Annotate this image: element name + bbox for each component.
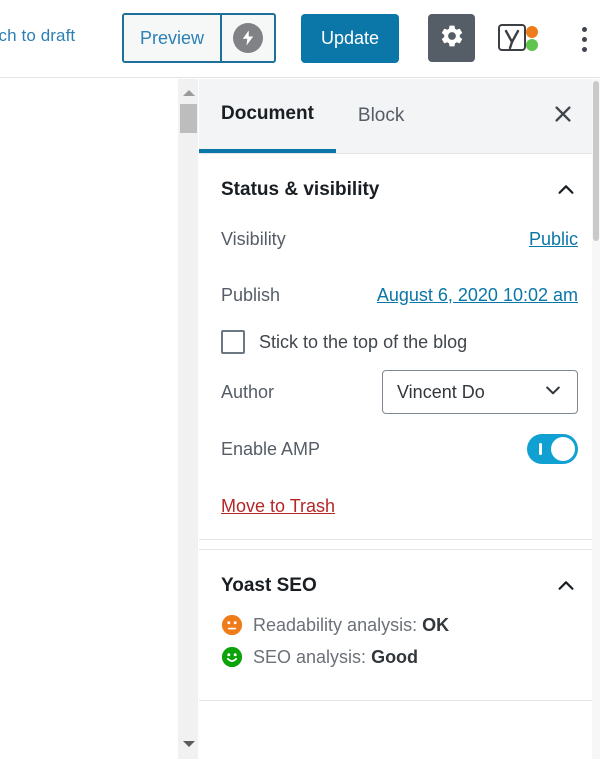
author-select[interactable]: Vincent Do	[382, 370, 578, 414]
settings-sidebar: Document Block Status & visibility Visib…	[199, 79, 600, 759]
lightning-bolt-icon	[233, 23, 264, 53]
seo-analysis-text: SEO analysis: Good	[253, 647, 418, 668]
enable-amp-toggle[interactable]	[527, 434, 578, 464]
panel-yoast-seo: Yoast SEO Readability analysis: OK SEO a…	[199, 549, 600, 701]
chevron-up-icon[interactable]	[554, 574, 578, 598]
yoast-seo-button[interactable]	[497, 18, 547, 60]
toggle-on-indicator	[539, 443, 542, 455]
smiley-face-icon	[221, 646, 243, 668]
panel-title: Yoast SEO	[221, 575, 317, 596]
chevron-down-icon	[543, 380, 563, 405]
panel-title: Status & visibility	[221, 179, 380, 200]
readability-analysis-value: OK	[422, 614, 450, 635]
sticky-label: Stick to the top of the blog	[259, 331, 468, 352]
author-label: Author	[221, 381, 275, 402]
sidebar-scrollbar-thumb[interactable]	[593, 81, 599, 241]
panel-header-yoast-seo[interactable]: Yoast SEO	[221, 550, 578, 614]
amp-preview-button[interactable]	[222, 15, 275, 61]
sticky-checkbox[interactable]	[221, 330, 245, 354]
editor-scrollbar[interactable]	[178, 79, 199, 759]
tab-block[interactable]: Block	[336, 79, 426, 153]
row-visibility: Visibility Public	[221, 218, 578, 260]
kebab-dot	[581, 46, 587, 52]
author-select-value: Vincent Do	[397, 381, 485, 402]
visibility-label: Visibility	[221, 228, 286, 249]
sidebar-scrollbar[interactable]	[592, 79, 600, 759]
kebab-menu-icon	[581, 26, 587, 32]
seo-analysis-row[interactable]: SEO analysis: Good	[221, 646, 578, 668]
row-publish: Publish August 6, 2020 10:02 am	[221, 274, 578, 316]
readability-analysis-label: Readability analysis:	[253, 614, 418, 635]
settings-button[interactable]	[428, 14, 475, 62]
panel-status-visibility: Status & visibility Visibility Public Pu…	[199, 154, 600, 540]
scroll-up-arrow-icon[interactable]	[178, 83, 199, 102]
gear-icon	[439, 23, 465, 54]
readability-analysis-text: Readability analysis: OK	[253, 615, 449, 636]
more-options-button[interactable]	[570, 18, 598, 60]
neutral-face-icon	[221, 614, 243, 636]
enable-amp-label: Enable AMP	[221, 438, 321, 459]
row-sticky[interactable]: Stick to the top of the blog	[221, 330, 578, 354]
move-to-trash-button[interactable]: Move to Trash	[221, 496, 335, 517]
preview-button[interactable]: Preview	[124, 15, 223, 61]
switch-to-draft-button[interactable]: Switch to draft	[0, 26, 75, 46]
close-sidebar-button[interactable]	[546, 99, 580, 133]
seo-analysis-label: SEO analysis:	[253, 646, 367, 667]
toggle-knob	[551, 437, 575, 461]
scroll-down-arrow-icon[interactable]	[178, 734, 199, 753]
row-author: Author Vincent Do	[221, 370, 578, 414]
editor-content-canvas[interactable]	[0, 79, 178, 759]
visibility-value-button[interactable]: Public	[529, 229, 578, 250]
sidebar-tab-bar: Document Block	[199, 79, 600, 154]
update-button[interactable]: Update	[301, 14, 400, 63]
kebab-dot	[581, 36, 587, 42]
panel-header-status-visibility[interactable]: Status & visibility	[221, 154, 578, 218]
publish-label: Publish	[221, 284, 281, 305]
yoast-seo-icon	[497, 20, 541, 59]
publish-date-button[interactable]: August 6, 2020 10:02 am	[377, 285, 578, 306]
editor-header-toolbar: Switch to draft Preview Update	[0, 0, 600, 78]
seo-analysis-value: Good	[371, 646, 419, 667]
preview-button-group: Preview	[122, 13, 277, 63]
row-enable-amp: Enable AMP	[221, 428, 578, 470]
readability-analysis-row[interactable]: Readability analysis: OK	[221, 614, 578, 636]
tab-document[interactable]: Document	[199, 79, 336, 153]
chevron-up-icon[interactable]	[554, 178, 578, 202]
close-icon	[552, 103, 574, 130]
scrollbar-thumb[interactable]	[180, 104, 197, 133]
